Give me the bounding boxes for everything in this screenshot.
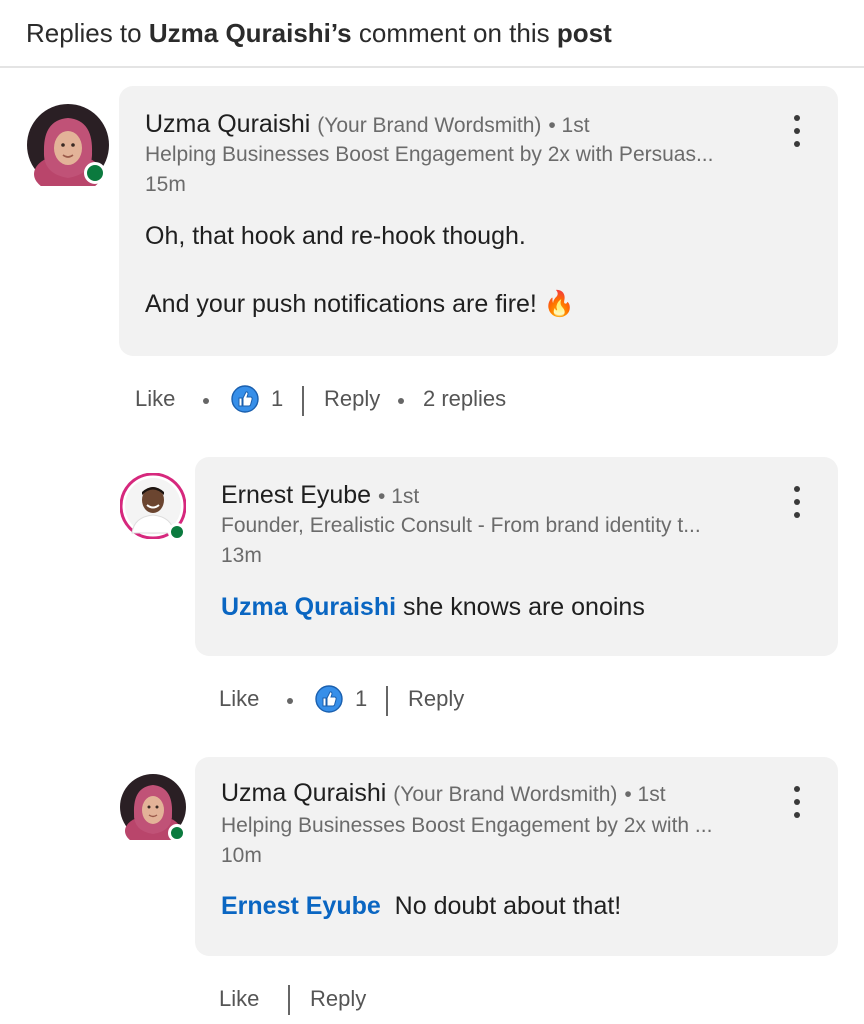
mention-link[interactable]: Uzma Quraishi bbox=[221, 593, 396, 621]
author-headline: Founder, Erealistic Consult - From brand… bbox=[221, 514, 701, 537]
reply-timestamp: 10m bbox=[221, 844, 262, 867]
like-count[interactable]: 1 bbox=[355, 686, 367, 712]
author-headline: Helping Businesses Boost Engagement by 2… bbox=[145, 143, 714, 166]
reply-button[interactable]: Reply bbox=[310, 986, 366, 1012]
reply-author[interactable]: Ernest Eyube • 1st bbox=[221, 481, 419, 510]
replies-count-link[interactable]: 2 replies bbox=[423, 386, 506, 412]
reply-timestamp: 13m bbox=[221, 544, 262, 567]
separator-dot bbox=[287, 698, 293, 704]
comment-text-line-2: And your push notifications are fire! 🔥 bbox=[145, 290, 575, 318]
separator-bar bbox=[288, 985, 290, 1015]
reply-actions: Like 1 Reply bbox=[0, 684, 864, 716]
reply-bubble: Ernest Eyube • 1st Founder, Erealistic C… bbox=[195, 457, 838, 656]
reply-actions: Like Reply bbox=[0, 984, 864, 1016]
reply-button[interactable]: Reply bbox=[408, 686, 464, 712]
author-headline: Helping Businesses Boost Engagement by 2… bbox=[221, 814, 713, 837]
more-options-button[interactable] bbox=[787, 784, 807, 820]
like-button[interactable]: Like bbox=[219, 986, 259, 1012]
comment-author[interactable]: Uzma Quraishi (Your Brand Wordsmith) • 1… bbox=[145, 110, 590, 139]
like-thumb-icon bbox=[231, 385, 259, 413]
reply-text: Uzma Quraishi she knows are onoins bbox=[221, 593, 645, 621]
separator-bar bbox=[302, 386, 304, 416]
more-options-button[interactable] bbox=[787, 113, 807, 149]
reply-button[interactable]: Reply bbox=[324, 386, 380, 412]
separator-dot bbox=[398, 398, 404, 404]
more-vertical-icon bbox=[794, 486, 800, 492]
online-status-icon bbox=[168, 523, 186, 541]
page-title: Replies to Uzma Quraishi’s comment on th… bbox=[26, 18, 612, 48]
reply-text: Ernest Eyube No doubt about that! bbox=[221, 892, 622, 920]
mention-link[interactable]: Ernest Eyube bbox=[221, 892, 381, 920]
online-status-icon bbox=[168, 824, 186, 842]
avatar-uzma[interactable] bbox=[27, 104, 109, 186]
like-count[interactable]: 1 bbox=[271, 386, 283, 412]
separator-dot bbox=[203, 398, 209, 404]
like-button[interactable]: Like bbox=[219, 686, 259, 712]
comment-bubble: Uzma Quraishi (Your Brand Wordsmith) • 1… bbox=[119, 86, 838, 356]
like-thumb-icon bbox=[315, 685, 343, 713]
comment-timestamp: 15m bbox=[145, 173, 186, 196]
avatar-ernest[interactable] bbox=[120, 473, 186, 541]
more-options-button[interactable] bbox=[787, 484, 807, 520]
separator-bar bbox=[386, 686, 388, 716]
page-header: Replies to Uzma Quraishi’s comment on th… bbox=[0, 0, 864, 68]
like-button[interactable]: Like bbox=[135, 386, 175, 412]
more-vertical-icon bbox=[794, 115, 800, 121]
online-status-icon bbox=[84, 162, 106, 184]
avatar-uzma[interactable] bbox=[120, 774, 186, 842]
comment-text-line-1: Oh, that hook and re-hook though. bbox=[145, 222, 526, 250]
reply-author[interactable]: Uzma Quraishi (Your Brand Wordsmith) • 1… bbox=[221, 779, 666, 808]
reply-bubble: Uzma Quraishi (Your Brand Wordsmith) • 1… bbox=[195, 757, 838, 956]
more-vertical-icon bbox=[794, 786, 800, 792]
comment-actions: Like 1 Reply 2 replies bbox=[0, 384, 864, 416]
